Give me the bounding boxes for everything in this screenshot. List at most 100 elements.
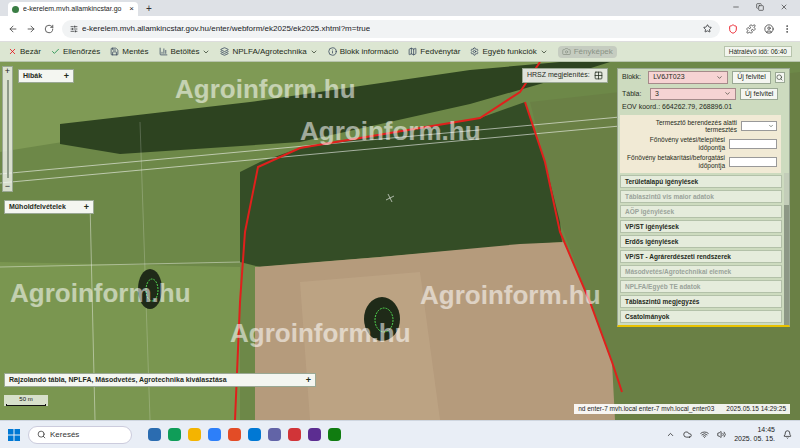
- extensions-icon[interactable]: [746, 24, 756, 34]
- cloud-icon[interactable]: [683, 430, 692, 439]
- map-panel-toggle[interactable]: +: [64, 72, 69, 81]
- clock[interactable]: 14:452025. 05. 15.: [734, 426, 775, 443]
- url-field[interactable]: e-kerelem.mvh.allamkincstar.gov.hu/enter…: [62, 20, 720, 38]
- window-controls: [732, 0, 800, 14]
- toolbar-button[interactable]: Egyéb funkciók: [470, 46, 547, 58]
- zoom-out-button[interactable]: −: [5, 182, 10, 191]
- minimize-icon[interactable]: [732, 3, 740, 11]
- tab-close[interactable]: ×: [129, 3, 134, 15]
- form-fields: Termesztő berendezés alatti termesztés Fő…: [620, 115, 781, 174]
- form-select[interactable]: [741, 121, 777, 131]
- form-field-label: Főnövény betakarítási/beforgatási időpon…: [624, 154, 725, 169]
- hrsz-toggle[interactable]: HRSZ megjelenítés:: [522, 68, 608, 83]
- map-panel[interactable]: Rajzolandó tábla, NPLFA, Másodvetés, Agr…: [4, 373, 316, 387]
- taskbar-app-icon[interactable]: [268, 428, 281, 441]
- taskbar: Keresés 14:452025. 05. 15.: [0, 420, 800, 448]
- back-icon[interactable]: [8, 24, 18, 34]
- taskbar-search[interactable]: Keresés: [28, 426, 132, 444]
- watermark: Agroinform.hu: [230, 314, 411, 353]
- toolbar-button[interactable]: Ellenőrzés: [51, 46, 100, 58]
- section-item[interactable]: VP/ST igénylések: [620, 220, 782, 233]
- eov-coordinates: EOV koord.: 664262.79, 268896.01: [618, 102, 789, 115]
- new-entry-button[interactable]: Új felvitel: [732, 71, 770, 84]
- map-panel[interactable]: Műholdfelvételek+: [4, 200, 94, 214]
- toolbar-button[interactable]: NPLFA/Agrotechnika: [220, 46, 317, 58]
- form-field-label: Termesztő berendezés alatti termesztés: [624, 119, 737, 134]
- forward-icon[interactable]: [26, 24, 36, 34]
- menu-icon[interactable]: [782, 24, 792, 34]
- taskbar-app-icon[interactable]: [248, 428, 261, 441]
- selector-dropdown[interactable]: LV6JT023: [648, 71, 728, 84]
- map-panel-toggle[interactable]: +: [306, 376, 311, 385]
- watermark: Agroinform.hu: [175, 70, 356, 109]
- toolbar-button[interactable]: Fényképek: [558, 46, 617, 58]
- section-item[interactable]: Táblaszintű megjegyzés: [620, 295, 782, 308]
- dropdown-icon: [724, 90, 731, 97]
- extension-shield-icon[interactable]: [728, 24, 738, 34]
- url-text: e-kerelem.mvh.allamkincstar.gov.hu/enter…: [82, 23, 370, 35]
- section-item[interactable]: Erdős igénylések: [620, 235, 782, 248]
- zoom-in-button[interactable]: +: [5, 67, 10, 76]
- new-tab-button[interactable]: +: [138, 1, 160, 16]
- taskbar-app-icon[interactable]: [168, 428, 181, 441]
- search-icon: [776, 74, 783, 81]
- form-field-label: Főnövény vetési/telepítési időpontja: [624, 136, 725, 151]
- taskbar-app-icon[interactable]: [208, 428, 221, 441]
- taskbar-app-icon[interactable]: [308, 428, 321, 441]
- selector-row: Tábla:3Új felvitel: [618, 86, 789, 103]
- windows-logo-icon[interactable]: [8, 429, 20, 441]
- scale-label: 50 m: [19, 395, 32, 404]
- session-timer: Hátralévő idő: 06:40: [724, 46, 792, 58]
- scale-bar: [6, 404, 46, 406]
- scrollbar-thumb[interactable]: [784, 205, 789, 325]
- form-input[interactable]: [729, 157, 777, 167]
- section-item[interactable]: Területalapú igénylések: [620, 175, 782, 188]
- volume-icon[interactable]: [717, 430, 726, 439]
- map-panel-toggle[interactable]: +: [84, 203, 89, 212]
- taskbar-app-icon[interactable]: [228, 428, 241, 441]
- toolbar-button-icon: [220, 47, 229, 56]
- restore-icon[interactable]: [756, 3, 764, 11]
- scrollbar[interactable]: [784, 173, 789, 325]
- browser-tab[interactable]: e-kerelem.mvh.allamkincstar.go×: [8, 2, 138, 16]
- section-item[interactable]: AÖP igénylések: [620, 205, 782, 218]
- toolbar-button[interactable]: Bezár: [8, 46, 41, 58]
- app-toolbar: Bezár Ellenőrzés Mentés Betöltés NPLFA/Agrot…: [0, 42, 800, 62]
- form-field: Főnövény vetési/telepítési időpontja: [624, 136, 777, 151]
- selector-dropdown[interactable]: 3: [650, 88, 736, 101]
- zoom-track[interactable]: [7, 80, 9, 178]
- toolbar-button-icon: [408, 47, 417, 56]
- toolbar-button[interactable]: Mentés: [110, 46, 148, 58]
- reload-icon[interactable]: [44, 24, 54, 34]
- map-area[interactable]: Agroinform.huAgroinform.huAgroinform.huA…: [0, 62, 800, 420]
- taskbar-app-icon[interactable]: [148, 428, 161, 441]
- toolbar-button[interactable]: Blokk információ: [328, 46, 399, 58]
- map-panel[interactable]: Hibák+: [18, 69, 74, 83]
- form-input[interactable]: [729, 139, 777, 149]
- address-bar-row: e-kerelem.mvh.allamkincstar.gov.hu/enter…: [0, 16, 800, 42]
- section-item[interactable]: Másodvetés/Agrotechnikai elemek: [620, 265, 782, 278]
- new-entry-button[interactable]: Új felvitel: [740, 88, 778, 101]
- section-item[interactable]: Táblaszintű vis maior adatok: [620, 190, 782, 203]
- section-item[interactable]: NPLFA/Egyéb TE adatok: [620, 280, 782, 293]
- profile-icon[interactable]: [764, 24, 774, 34]
- toolbar-button-icon: [562, 47, 571, 56]
- tray-expand-icon[interactable]: [666, 430, 675, 439]
- section-item[interactable]: Csatolmányok: [620, 310, 782, 323]
- taskbar-app-icon[interactable]: [188, 428, 201, 441]
- section-list: Területalapú igénylések Táblaszintű vis m…: [618, 173, 784, 325]
- bookmark-icon[interactable]: [703, 24, 712, 33]
- selector-label: Blokk:: [622, 72, 644, 83]
- toolbar-button[interactable]: Fedvénytár: [408, 46, 460, 58]
- search-button[interactable]: [775, 72, 785, 83]
- taskbar-app-icon[interactable]: [288, 428, 301, 441]
- close-window-icon[interactable]: [780, 3, 788, 11]
- system-tray: 14:452025. 05. 15.: [666, 426, 792, 443]
- section-item[interactable]: VP/ST - Agrárerdészeti rendszerek: [620, 250, 782, 263]
- toolbar-button[interactable]: Betöltés: [159, 46, 211, 58]
- site-info-icon[interactable]: [70, 25, 78, 33]
- taskbar-app-icon[interactable]: [328, 428, 341, 441]
- notification-icon[interactable]: [783, 430, 792, 439]
- wifi-icon[interactable]: [700, 430, 709, 439]
- dropdown-icon: [768, 123, 774, 129]
